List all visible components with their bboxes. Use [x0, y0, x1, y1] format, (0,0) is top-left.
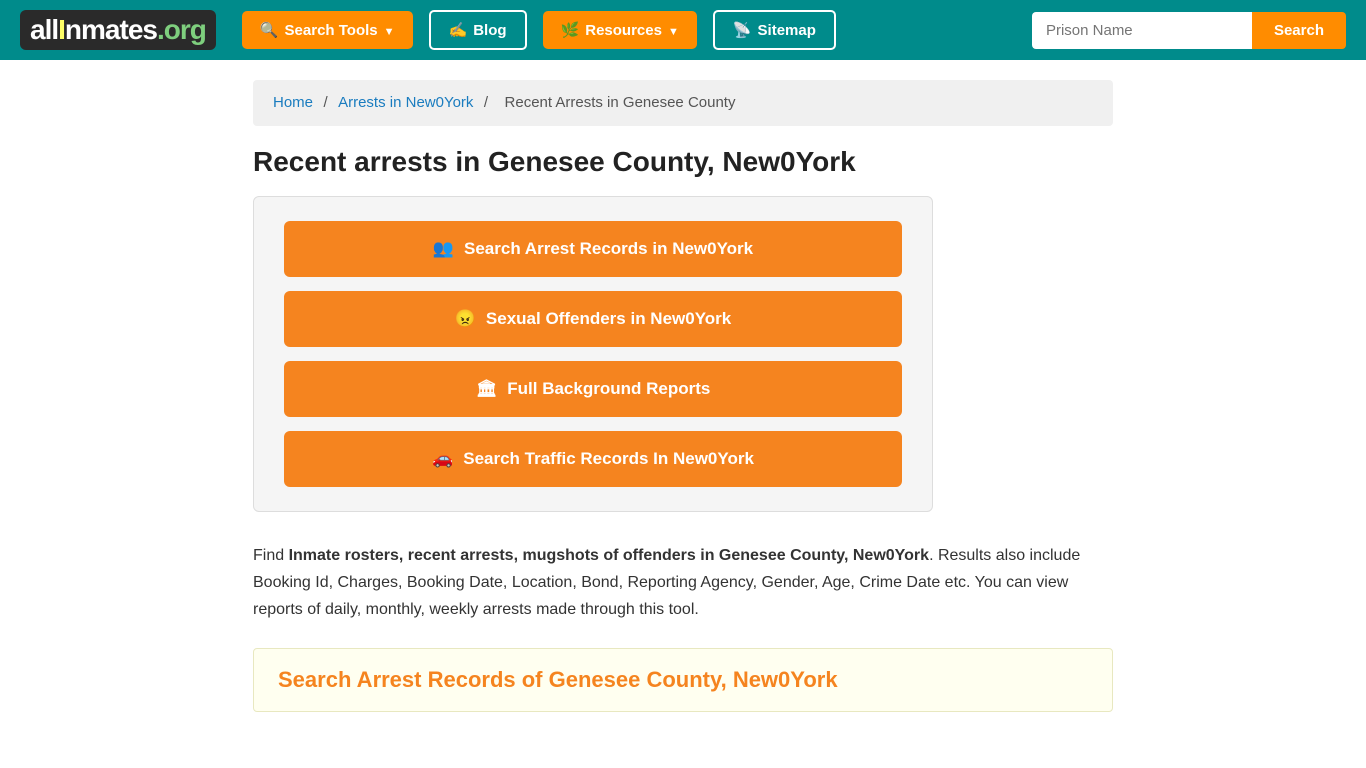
- sex-offenders-button[interactable]: Sexual Offenders in New0York: [284, 291, 902, 347]
- traffic-records-label: Search Traffic Records In New0York: [463, 449, 754, 469]
- sitemap-label: Sitemap: [758, 22, 816, 39]
- search-button[interactable]: Search: [1252, 12, 1346, 49]
- page-title: Recent arrests in Genesee County, New0Yo…: [253, 146, 1113, 178]
- prison-search: Search: [1032, 12, 1346, 49]
- logo-all: all: [30, 14, 58, 45]
- logo-i: I: [58, 14, 65, 45]
- breadcrumb: Home / Arrests in New0York / Recent Arre…: [253, 80, 1113, 126]
- search-tools-dropdown-arrow: [384, 22, 395, 39]
- section-heading-box: Search Arrest Records of Genesee County,…: [253, 648, 1113, 712]
- background-reports-label: Full Background Reports: [507, 379, 710, 399]
- site-logo[interactable]: allInmates.org: [20, 10, 216, 50]
- resources-icon: [561, 21, 580, 39]
- blog-icon: [449, 21, 468, 39]
- breadcrumb-sep2: /: [484, 94, 488, 111]
- sitemap-icon: [733, 21, 752, 39]
- sex-offenders-label: Sexual Offenders in New0York: [486, 309, 731, 329]
- traffic-records-button[interactable]: Search Traffic Records In New0York: [284, 431, 902, 487]
- main-content: Home / Arrests in New0York / Recent Arre…: [233, 80, 1133, 752]
- building-icon: [476, 379, 498, 399]
- logo-org: .org: [157, 14, 206, 45]
- people-icon: [433, 239, 454, 259]
- search-icon: [260, 21, 279, 39]
- background-reports-button[interactable]: Full Background Reports: [284, 361, 902, 417]
- action-button-box: Search Arrest Records in New0York Sexual…: [253, 196, 933, 512]
- blog-label: Blog: [473, 22, 506, 39]
- resources-button[interactable]: Resources: [543, 11, 697, 49]
- search-tools-label: Search Tools: [285, 22, 378, 39]
- logo-nmates: nmates: [65, 14, 157, 45]
- description-prefix: Find: [253, 547, 289, 564]
- section-heading: Search Arrest Records of Genesee County,…: [278, 667, 1088, 693]
- offender-icon: [455, 309, 476, 329]
- breadcrumb-arrests[interactable]: Arrests in New0York: [338, 94, 473, 111]
- description-bold: Inmate rosters, recent arrests, mugshots…: [289, 547, 929, 564]
- resources-dropdown-arrow: [668, 22, 679, 39]
- car-icon: [432, 449, 453, 469]
- breadcrumb-sep1: /: [323, 94, 327, 111]
- description-text: Find Inmate rosters, recent arrests, mug…: [253, 542, 1113, 624]
- breadcrumb-current: Recent Arrests in Genesee County: [505, 94, 736, 111]
- blog-button[interactable]: Blog: [429, 10, 527, 50]
- prison-name-input[interactable]: [1032, 12, 1252, 49]
- breadcrumb-home[interactable]: Home: [273, 94, 313, 111]
- search-button-label: Search: [1274, 22, 1324, 39]
- sitemap-button[interactable]: Sitemap: [713, 10, 836, 50]
- logo-text: allInmates.org: [20, 10, 216, 50]
- resources-label: Resources: [585, 22, 662, 39]
- arrest-records-button[interactable]: Search Arrest Records in New0York: [284, 221, 902, 277]
- site-header: allInmates.org Search Tools Blog Resourc…: [0, 0, 1366, 60]
- arrest-records-label: Search Arrest Records in New0York: [464, 239, 753, 259]
- search-tools-button[interactable]: Search Tools: [242, 11, 413, 49]
